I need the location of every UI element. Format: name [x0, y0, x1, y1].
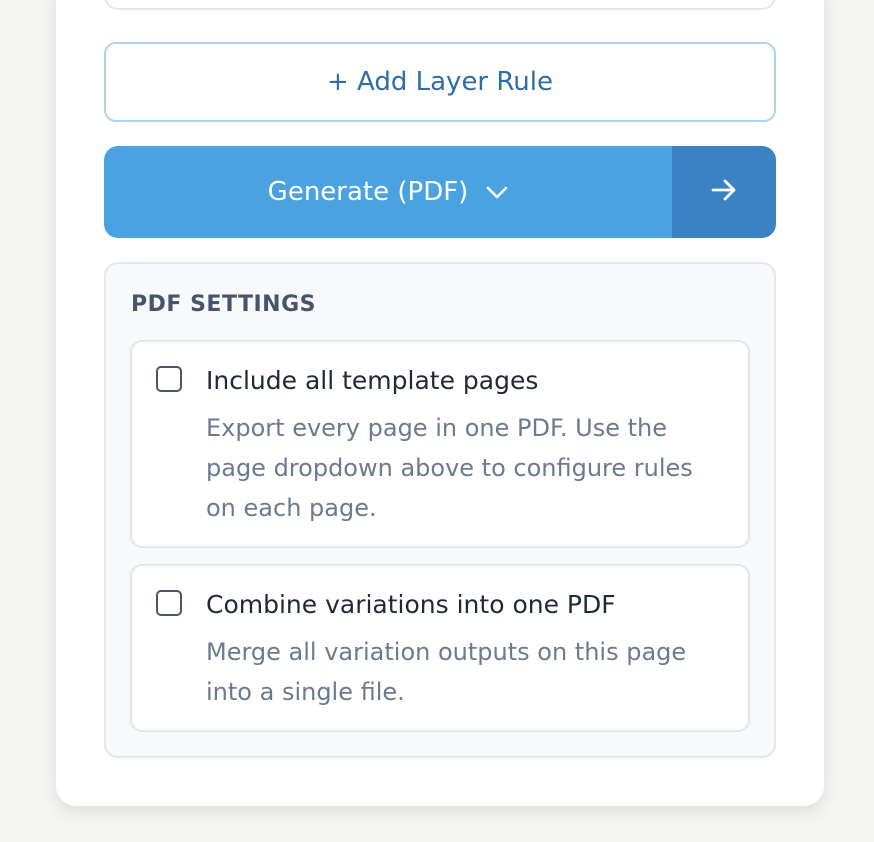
- option-description: Export every page in one PDF. Use the pa…: [206, 414, 693, 522]
- include-all-pages-checkbox[interactable]: [156, 366, 182, 392]
- generate-format-button[interactable]: Generate (PDF): [104, 146, 672, 238]
- option-description: Merge all variation outputs on this page…: [206, 638, 687, 706]
- combine-variations-checkbox[interactable]: [156, 590, 182, 616]
- generate-go-button[interactable]: [672, 146, 776, 238]
- add-layer-rule-label: + Add Layer Rule: [326, 67, 553, 97]
- option-title: Combine variations into one PDF: [206, 590, 616, 619]
- pdf-settings-title: PDF SETTINGS: [131, 292, 316, 317]
- arrow-right-icon: [710, 178, 738, 206]
- pdf-settings-section: PDF SETTINGS Include all template pages …: [104, 262, 776, 758]
- generate-button-group: Generate (PDF): [104, 146, 776, 238]
- option-combine-variations[interactable]: Combine variations into one PDF Merge al…: [130, 564, 750, 732]
- option-include-all-pages[interactable]: Include all template pages Export every …: [130, 340, 750, 548]
- generate-label: Generate (PDF): [267, 177, 469, 207]
- previous-rule-card: [104, 0, 776, 10]
- generate-panel: + Add Layer Rule Generate (PDF) PDF SETT…: [56, 0, 824, 806]
- chevron-down-icon: [486, 177, 508, 207]
- option-title: Include all template pages: [206, 366, 539, 395]
- add-layer-rule-button[interactable]: + Add Layer Rule: [104, 42, 776, 122]
